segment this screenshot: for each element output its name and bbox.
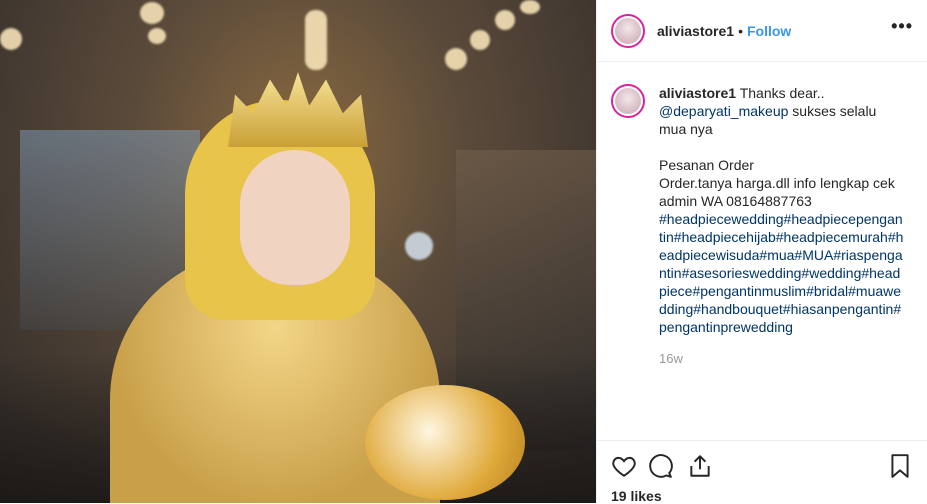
more-options-icon[interactable]: ••• — [891, 16, 913, 37]
caption-username[interactable]: aliviastore1 — [659, 85, 736, 101]
order-text: Order.tanya harga.dll info lengkap cek a… — [659, 175, 895, 209]
post-photo[interactable] — [0, 0, 596, 503]
username[interactable]: aliviastore1 — [657, 23, 734, 39]
likes-count[interactable]: 19 likes — [611, 488, 662, 504]
share-icon[interactable] — [687, 453, 713, 479]
follow-button[interactable]: Follow — [747, 23, 791, 39]
heart-icon[interactable] — [611, 453, 637, 479]
post-header: aliviastore1 • Follow ••• — [597, 0, 927, 62]
mention-link[interactable]: @deparyati_makeup — [659, 103, 788, 119]
caption-comment: aliviastore1 Thanks dear.. @deparyati_ma… — [597, 62, 927, 368]
post-sidebar: aliviastore1 • Follow ••• aliviastore1 T… — [596, 0, 927, 504]
avatar[interactable] — [611, 13, 645, 48]
action-bar: 19 likes — [597, 440, 927, 504]
bookmark-icon[interactable] — [887, 453, 913, 479]
separator-dot: • — [738, 22, 743, 39]
caption-avatar[interactable] — [611, 84, 645, 118]
post-time[interactable]: 16w — [659, 350, 904, 368]
comment-icon[interactable] — [647, 453, 673, 479]
order-title: Pesanan Order — [659, 157, 754, 173]
hashtags-link[interactable]: #headpiecewedding#headpiecepengantin#hea… — [659, 211, 903, 335]
caption-text: aliviastore1 Thanks dear.. @deparyati_ma… — [659, 84, 904, 368]
caption-line1: Thanks dear.. — [739, 85, 825, 101]
instagram-post: aliviastore1 • Follow ••• aliviastore1 T… — [0, 0, 927, 504]
